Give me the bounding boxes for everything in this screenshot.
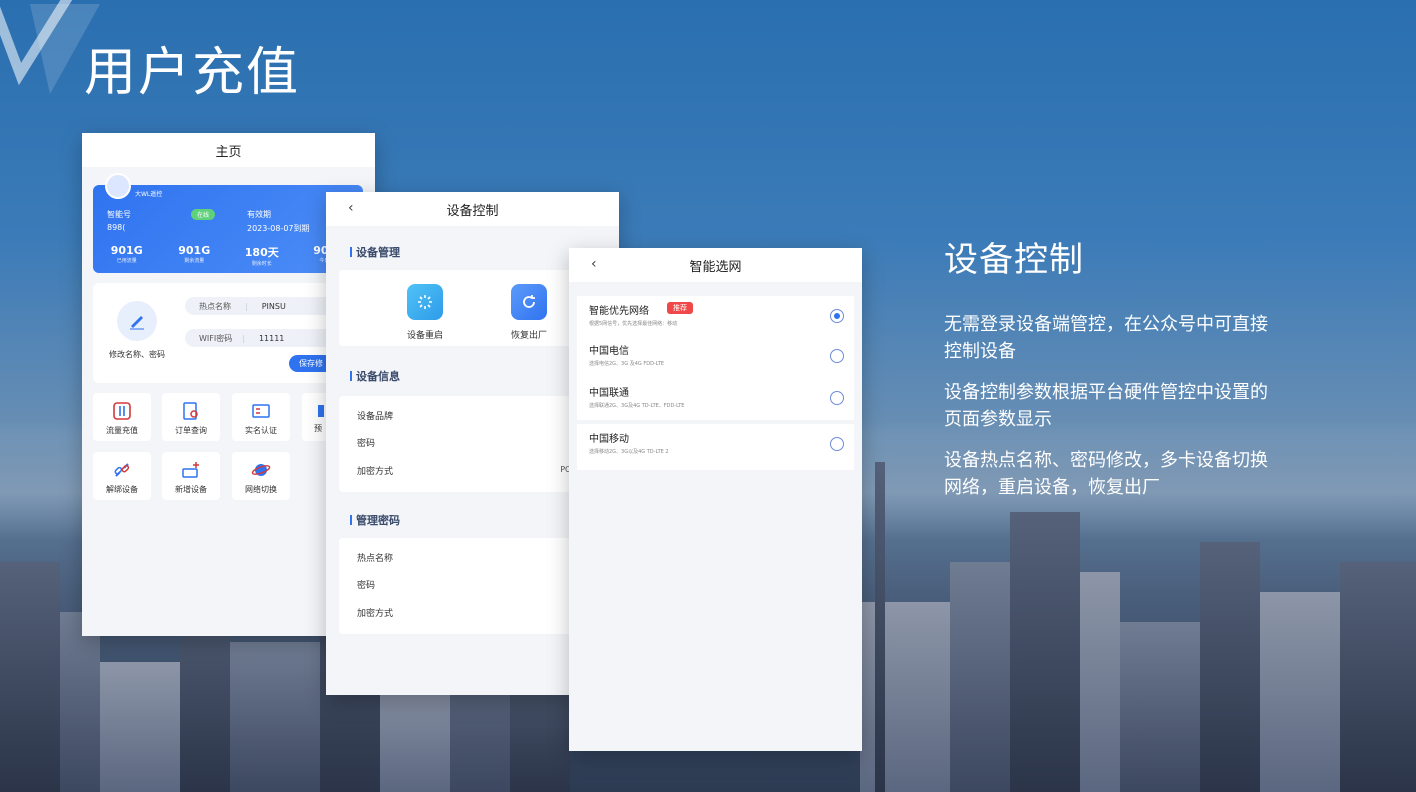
network-option-mobile[interactable]: 中国移动 选择移动2G、3G以及4G TD-LTE 2 — [577, 424, 854, 470]
feature-paragraph-1: 无需登录设备端管控，在公众号中可直接控制设备 — [944, 314, 1268, 362]
info-encryption-label: 加密方式 — [357, 467, 394, 477]
network-option-smart[interactable]: 智能优先网络 推荐 根据5网信号，优先选择最佳网络：移动 — [577, 296, 854, 338]
planet-icon — [251, 464, 271, 476]
password-box: 热点名称 s 密码 1 加密方式 — [339, 538, 599, 634]
radio-mobile[interactable] — [830, 437, 844, 451]
stat-remaining: 901G 剩余流量 — [178, 244, 211, 264]
stat-duration: 180天 剩余时长 — [244, 246, 279, 267]
feature-paragraph-2: 设备控制参数根据平台硬件管控中设置的页面参数显示 — [944, 382, 1268, 430]
add-router-icon — [182, 462, 199, 478]
factory-reset-button[interactable]: 恢复出厂 — [499, 284, 559, 341]
restart-button[interactable]: 设备重启 — [395, 284, 455, 341]
back-arrow-icon[interactable]: ‹ — [348, 200, 354, 216]
info-password-label: 密码 — [357, 439, 376, 449]
valid-value: 2023-08-07到期 — [247, 224, 310, 233]
network-title-bar: ‹ 智能选网 — [569, 248, 862, 282]
smart-network-screen: ‹ 智能选网 智能优先网络 推荐 根据5网信号，优先选择最佳网络：移动 中国电信… — [569, 248, 862, 751]
section-device-info: 设备信息 — [350, 368, 400, 384]
edit-pen-icon[interactable] — [117, 301, 157, 341]
section-admin-password: 管理密码 — [350, 512, 400, 528]
stat-used: 901G 已用流量 — [110, 244, 143, 264]
page-title: 用户充值 — [84, 43, 301, 103]
reset-icon — [511, 284, 547, 320]
back-arrow-icon[interactable]: ‹ — [591, 256, 597, 272]
home-title: 主页 — [215, 144, 242, 160]
usage-stats: 901G已用流量 901G剩余流量 180天剩余时长 901G今日用量 — [93, 244, 363, 267]
recharge-icon — [113, 402, 131, 420]
info-box: 设备品牌 s 密码 1 加密方式 PCK( — [339, 396, 599, 492]
pwd-ssid-label: 热点名称 — [357, 554, 394, 564]
feature-paragraph-3: 设备热点名称、密码修改，多卡设备切换网络，重启设备，恢复出厂 — [944, 450, 1268, 498]
menu-network-switch[interactable]: 网络切换 — [232, 452, 290, 500]
radio-telecom[interactable] — [830, 349, 844, 363]
network-option-unicom[interactable]: 中国联通 选择联通2G、3G及4G TD-LTE、FDD-LTE — [577, 378, 854, 420]
manage-box: 设备重启 恢复出厂 — [339, 270, 599, 346]
pwd-encryption-label: 加密方式 — [357, 609, 394, 619]
id-card-icon — [252, 404, 270, 418]
restart-icon — [407, 284, 443, 320]
menu-unbind[interactable]: 解绑设备 — [93, 452, 151, 500]
smart-no-label: 智能号 — [107, 210, 131, 219]
home-title-bar: 主页 — [82, 133, 375, 167]
order-search-icon — [183, 402, 198, 420]
menu-realname[interactable]: 实名认证 — [232, 393, 290, 441]
pwd-password-label: 密码 — [357, 581, 376, 591]
menu-orders[interactable]: 订单查询 — [162, 393, 220, 441]
recommend-badge: 推荐 — [667, 302, 693, 314]
account-card: 大WL遥控 智能号 在线 898( 有效期 2023-08-07到期 901G 已… — [93, 173, 363, 273]
menu-add-device[interactable]: 新增设备 — [162, 452, 220, 500]
feature-title: 设备控制 — [944, 240, 1084, 280]
menu-recharge[interactable]: 流量充值 — [93, 393, 151, 441]
online-badge: 在线 — [191, 209, 216, 220]
network-title: 智能选网 — [689, 259, 742, 275]
device-title: 设备控制 — [446, 203, 499, 219]
avatar[interactable] — [105, 173, 131, 199]
section-device-manage: 设备管理 — [350, 244, 400, 260]
unlink-icon — [114, 463, 130, 477]
wifi-card: 修改名称、密码 热点名称 | PINSU WIFI密码 | 11111 保存修 — [93, 283, 363, 383]
info-brand-label: 设备品牌 — [357, 412, 394, 422]
radio-unicom[interactable] — [830, 391, 844, 405]
device-title-bar: ‹ 设备控制 — [326, 192, 619, 226]
network-option-telecom[interactable]: 中国电信 选择电信2G、3G 及4G FDD-LTE — [577, 336, 854, 378]
radio-smart[interactable] — [830, 309, 844, 323]
smart-no-value: 898( — [107, 223, 126, 232]
modify-label: 修改名称、密码 — [109, 350, 165, 359]
feature-panel: 设备控制 无需登录设备端管控，在公众号中可直接控制设备 设备控制参数根据平台硬件… — [944, 232, 1284, 515]
valid-label: 有效期 — [247, 210, 271, 219]
user-name: 大WL遥控 — [135, 191, 163, 198]
